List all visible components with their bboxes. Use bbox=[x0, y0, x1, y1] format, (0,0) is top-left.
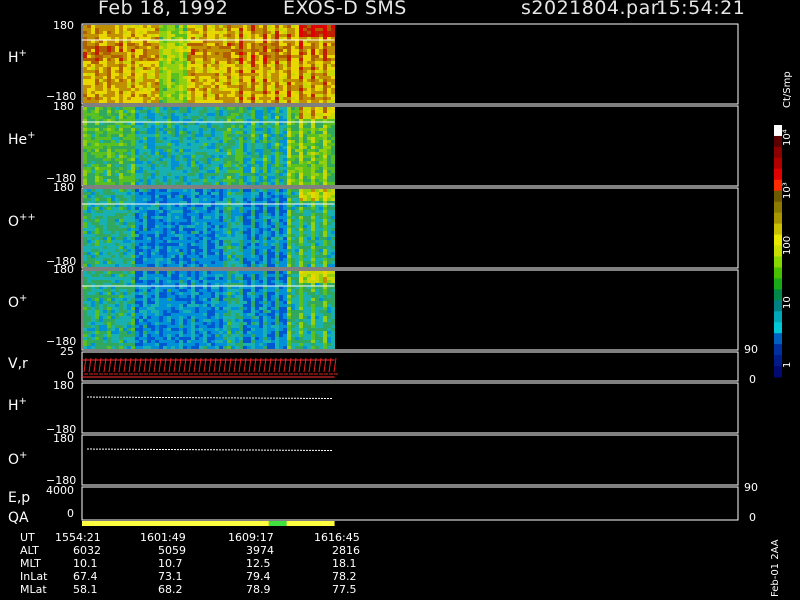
colorbar-cell-17 bbox=[774, 311, 782, 323]
colorbar-tick-100: 100 bbox=[782, 235, 793, 255]
tick-oplus-top: 180 bbox=[53, 263, 74, 276]
colorbar-tick-1e4: 10⁴ bbox=[782, 129, 793, 146]
table-cell: 58.1 bbox=[73, 583, 98, 596]
table-cell: 10.7 bbox=[158, 557, 183, 570]
colorbar-cell-10 bbox=[774, 234, 782, 247]
panel-label-opp: O++ bbox=[8, 212, 36, 230]
tick-heplus-top: 180 bbox=[53, 100, 74, 113]
table-cell: 1616:45 bbox=[314, 531, 360, 544]
colorbar-cell-12 bbox=[774, 256, 782, 268]
table-cell: 73.1 bbox=[158, 570, 183, 583]
qa-segment-0 bbox=[82, 521, 269, 526]
colorbar-cell-1 bbox=[774, 135, 782, 148]
angle-frame-h bbox=[81, 382, 739, 434]
colorbar-cell-6 bbox=[774, 190, 782, 203]
colorbar-tick-1e3: 10³ bbox=[782, 182, 793, 199]
panel-label-angle-h: H+ bbox=[8, 396, 27, 414]
qa-segment-2 bbox=[286, 521, 335, 526]
colorbar-cell-22 bbox=[774, 366, 782, 378]
colorbar-cell-14 bbox=[774, 278, 782, 290]
spectrogram-opp bbox=[83, 189, 335, 267]
spectrogram-hplus bbox=[83, 25, 335, 103]
tick-vr-right-bottom: 0 bbox=[749, 373, 756, 386]
table-row-label-mlt: MLT bbox=[20, 557, 41, 570]
panel-label-qa: QA bbox=[8, 510, 29, 526]
table-cell: 18.1 bbox=[332, 557, 357, 570]
table-cell: 6032 bbox=[73, 544, 101, 557]
colorbar-cell-13 bbox=[774, 267, 782, 279]
spectrogram-chart bbox=[81, 23, 782, 526]
panel-label-angle-o: O+ bbox=[8, 450, 28, 468]
colorbar-cell-15 bbox=[774, 289, 782, 301]
tick-opp-top: 180 bbox=[53, 181, 74, 194]
table-cell: 78.2 bbox=[332, 570, 357, 583]
tick-hplus-top: 180 bbox=[53, 19, 74, 32]
colorbar-cell-11 bbox=[774, 245, 782, 257]
colorbar-cell-5 bbox=[774, 179, 782, 192]
panel-label-heplus: He+ bbox=[8, 130, 36, 148]
colorbar-tick-10: 10 bbox=[782, 296, 793, 309]
colorbar-cell-4 bbox=[774, 168, 782, 181]
tick-ep-left-bottom: 0 bbox=[67, 507, 74, 520]
ep-frame bbox=[81, 486, 739, 521]
colorbar-cell-21 bbox=[774, 355, 782, 367]
panel-label-ep: E,p bbox=[8, 490, 31, 506]
colorbar-cell-19 bbox=[774, 333, 782, 345]
colorbar-cell-20 bbox=[774, 344, 782, 356]
table-cell: 68.2 bbox=[158, 583, 183, 596]
qa-segment-1 bbox=[268, 521, 287, 526]
panel-label-vr: V,r bbox=[8, 356, 28, 372]
table-row-label-inlat: InLat bbox=[20, 570, 48, 583]
table-cell: 12.5 bbox=[246, 557, 271, 570]
colorbar-cell-0 bbox=[774, 125, 782, 137]
colorbar-cell-2 bbox=[774, 146, 782, 159]
panel-label-oplus: O+ bbox=[8, 293, 28, 311]
colorbar-cell-7 bbox=[774, 201, 782, 214]
spectrogram-oplus bbox=[83, 271, 335, 349]
colorbar-cell-8 bbox=[774, 212, 782, 225]
tick-angle-o-top: 180 bbox=[53, 432, 74, 445]
tick-ep-right-top: 90 bbox=[744, 481, 758, 494]
tick-angle-h-top: 180 bbox=[53, 379, 74, 392]
table-cell: 1609:17 bbox=[228, 531, 274, 544]
colorbar-cell-9 bbox=[774, 223, 782, 236]
tick-ep-right-bottom: 0 bbox=[749, 511, 756, 524]
table-cell: 2816 bbox=[332, 544, 360, 557]
table-cell: 1601:49 bbox=[140, 531, 186, 544]
tick-ep-left-top: 4000 bbox=[46, 484, 74, 497]
table-row-label-alt: ALT bbox=[20, 544, 39, 557]
tick-vr-left-top: 25 bbox=[60, 345, 74, 358]
tick-vr-right-top: 90 bbox=[744, 343, 758, 356]
plot-root: Feb 18, 1992 EXOS-D SMS s2021804.par 15:… bbox=[0, 0, 800, 600]
table-cell: 10.1 bbox=[73, 557, 98, 570]
table-row-label-mlat: MLat bbox=[20, 583, 47, 596]
panel-label-hplus: H+ bbox=[8, 48, 27, 66]
table-cell: 1554:21 bbox=[55, 531, 101, 544]
table-cell: 78.9 bbox=[246, 583, 271, 596]
table-cell: 77.5 bbox=[332, 583, 357, 596]
side-note: Feb-01 2AA bbox=[770, 539, 781, 597]
table-cell: 3974 bbox=[246, 544, 274, 557]
table-row-label-ut: UT bbox=[20, 531, 35, 544]
table-cell: 67.4 bbox=[73, 570, 98, 583]
colorbar-tick-1: 1 bbox=[782, 361, 793, 368]
table-cell: 5059 bbox=[158, 544, 186, 557]
spectrogram-heplus bbox=[83, 107, 335, 185]
colorbar-unit: Ct/Smp bbox=[782, 71, 793, 108]
table-cell: 79.4 bbox=[246, 570, 271, 583]
colorbar-cell-3 bbox=[774, 157, 782, 170]
colorbar-cell-16 bbox=[774, 300, 782, 312]
colorbar-cell-18 bbox=[774, 322, 782, 334]
angle-frame-o bbox=[81, 434, 739, 486]
